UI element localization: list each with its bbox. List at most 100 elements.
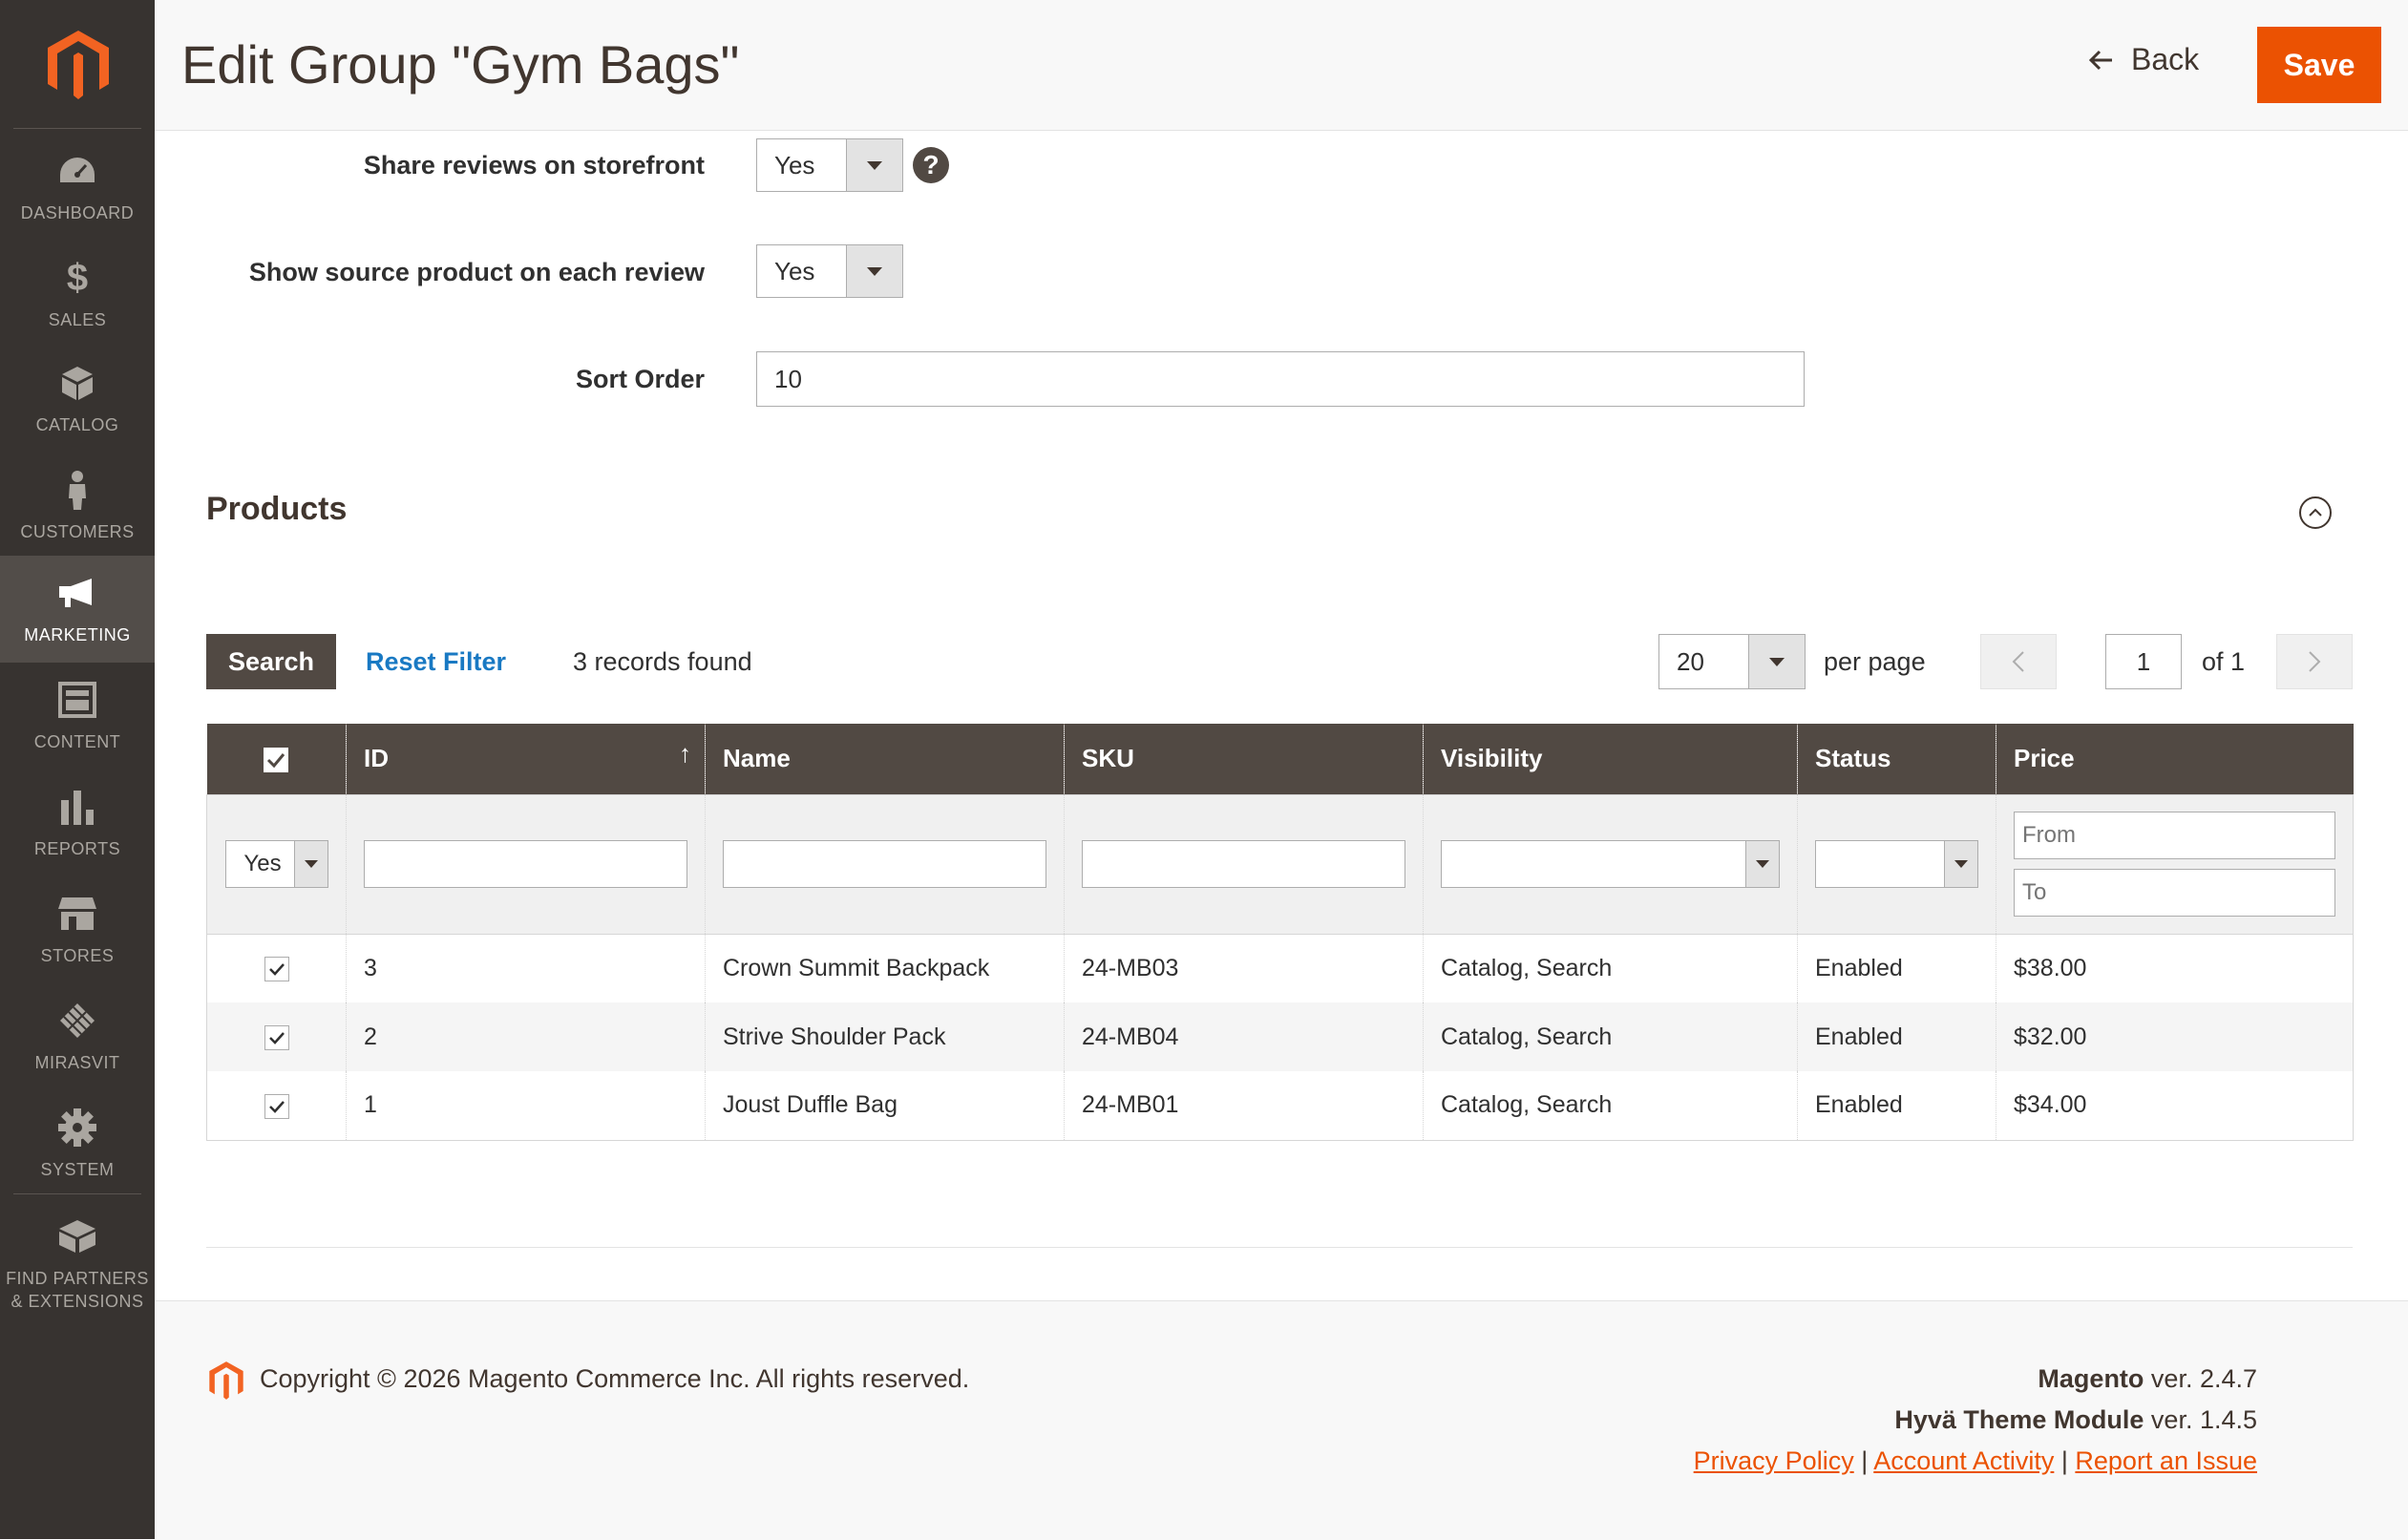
report-issue-link[interactable]: Report an Issue — [2075, 1446, 2257, 1475]
sidebar-divider — [13, 1193, 141, 1194]
back-label: Back — [2131, 42, 2200, 76]
cell-id: 1 — [346, 1071, 706, 1140]
column-header-visibility[interactable]: Visibility — [1423, 724, 1798, 794]
search-button[interactable]: Search — [206, 634, 336, 689]
collapse-icon[interactable] — [2299, 496, 2332, 529]
column-header-id[interactable]: ID ↑ — [346, 724, 706, 794]
sidebar-item-find-partners[interactable]: FIND PARTNERS & EXTENSIONS — [0, 1205, 155, 1323]
arrow-left-icon — [2088, 50, 2112, 70]
column-header-price[interactable]: Price — [1996, 724, 2354, 794]
privacy-policy-link[interactable]: Privacy Policy — [1694, 1446, 1854, 1475]
bar-chart-icon — [56, 786, 98, 828]
chevron-right-icon — [2309, 651, 2321, 672]
megaphone-icon — [56, 572, 98, 614]
per-page-select[interactable]: 20 — [1658, 634, 1806, 689]
link-separator: | — [1861, 1446, 1869, 1475]
table-row[interactable]: 3 Crown Summit Backpack 24-MB03 Catalog,… — [206, 934, 2354, 1002]
sidebar-item-mirasvit[interactable]: MIRASVIT — [0, 983, 155, 1090]
products-section-title: Products — [206, 491, 348, 527]
cell-visibility: Catalog, Search — [1423, 1071, 1798, 1140]
speedometer-icon — [56, 150, 98, 192]
select-all-checkbox[interactable] — [264, 748, 289, 773]
select-value: Yes — [243, 851, 282, 876]
id-filter-input[interactable] — [364, 840, 687, 888]
cell-status: Enabled — [1797, 934, 1996, 1002]
mirasvit-icon — [56, 1000, 98, 1042]
chevron-down-icon — [846, 139, 902, 191]
in-group-filter-select[interactable]: Yes — [224, 840, 328, 888]
cell-sku: 24-MB04 — [1064, 1002, 1424, 1071]
products-grid: ID ↑ Name SKU Visibility Status Price Yes — [206, 724, 2354, 1141]
magento-version-number: ver. 2.4.7 — [2144, 1364, 2257, 1393]
page-title: Edit Group "Gym Bags" — [181, 34, 740, 95]
dollar-icon: $ — [66, 256, 89, 299]
per-page-label: per page — [1824, 647, 1926, 676]
sidebar-item-label: CONTENT — [33, 732, 121, 751]
sidebar-item-system[interactable]: SYSTEM — [0, 1090, 155, 1197]
records-count: 3 records found — [573, 647, 752, 676]
sort-order-input[interactable]: 10 — [756, 351, 1805, 407]
sidebar-item-marketing[interactable]: MARKETING — [0, 556, 155, 663]
cell-id: 2 — [346, 1002, 706, 1071]
sidebar-item-sales[interactable]: $ SALES — [0, 241, 155, 348]
column-label: ID — [364, 744, 389, 773]
column-header-sku[interactable]: SKU — [1064, 724, 1424, 794]
table-row[interactable]: 2 Strive Shoulder Pack 24-MB04 Catalog, … — [206, 1002, 2354, 1071]
row-checkbox[interactable] — [264, 1024, 289, 1050]
magento-logo-small — [209, 1361, 243, 1400]
sidebar-item-content[interactable]: CONTENT — [0, 663, 155, 770]
cell-name: Strive Shoulder Pack — [705, 1002, 1065, 1071]
layout-icon — [56, 679, 98, 721]
column-header-name[interactable]: Name — [705, 724, 1065, 794]
save-button[interactable]: Save — [2257, 27, 2381, 103]
person-icon — [56, 469, 98, 511]
blocks-icon — [56, 1215, 98, 1257]
reset-filter-link[interactable]: Reset Filter — [366, 647, 506, 677]
magento-name: Magento — [2038, 1364, 2144, 1393]
sku-filter-input[interactable] — [1082, 840, 1405, 888]
sidebar-item-label: DASHBOARD — [20, 203, 135, 222]
sidebar-item-label: SALES — [48, 310, 107, 329]
sidebar-item-reports[interactable]: REPORTS — [0, 770, 155, 876]
account-activity-link[interactable]: Account Activity — [1873, 1446, 2054, 1475]
page-number-input[interactable]: 1 — [2105, 634, 2182, 689]
link-separator: | — [2060, 1446, 2068, 1475]
sidebar-item-label: REPORTS — [33, 839, 121, 858]
cell-sku: 24-MB01 — [1064, 1071, 1424, 1140]
hyva-version: Hyvä Theme Module ver. 1.4.5 — [1894, 1405, 2257, 1435]
price-from-input[interactable] — [2014, 812, 2335, 859]
cell-status: Enabled — [1797, 1071, 1996, 1140]
cell-name: Crown Summit Backpack — [705, 934, 1065, 1002]
price-to-input[interactable] — [2014, 869, 2335, 917]
table-row[interactable]: 1 Joust Duffle Bag 24-MB01 Catalog, Sear… — [206, 1071, 2354, 1140]
next-page-button[interactable] — [2276, 634, 2353, 689]
cell-price: $34.00 — [1996, 1071, 2354, 1140]
back-button[interactable]: Back — [2087, 42, 2199, 77]
row-checkbox[interactable] — [264, 957, 289, 982]
sidebar-item-catalog[interactable]: CATALOG — [0, 346, 155, 453]
show-source-select[interactable]: Yes — [756, 244, 903, 298]
prev-page-button[interactable] — [1980, 634, 2057, 689]
sidebar-item-customers[interactable]: CUSTOMERS — [0, 453, 155, 559]
name-filter-input[interactable] — [723, 840, 1046, 888]
sidebar-item-dashboard[interactable]: DASHBOARD — [0, 134, 155, 241]
select-value: Yes — [774, 150, 815, 179]
share-reviews-select[interactable]: Yes — [756, 138, 903, 192]
status-filter-select[interactable] — [1815, 840, 1978, 888]
chevron-left-icon — [2012, 651, 2024, 672]
chevron-down-icon — [1748, 635, 1805, 688]
row-checkbox[interactable] — [264, 1093, 289, 1119]
magento-version: Magento ver. 2.4.7 — [2038, 1364, 2257, 1394]
sidebar-item-label: CUSTOMERS — [20, 522, 135, 541]
help-icon[interactable]: ? — [913, 147, 949, 183]
cell-id: 3 — [346, 934, 706, 1002]
select-all-header[interactable] — [206, 724, 347, 794]
magento-logo[interactable] — [46, 29, 111, 101]
column-header-status[interactable]: Status — [1797, 724, 1996, 794]
sidebar-item-stores[interactable]: STORES — [0, 876, 155, 983]
page-footer: Copyright © 2026 Magento Commerce Inc. A… — [155, 1300, 2408, 1540]
sidebar-item-label: FIND PARTNERS — [6, 1269, 149, 1288]
visibility-filter-select[interactable] — [1441, 840, 1780, 888]
sort-asc-icon: ↑ — [679, 739, 691, 768]
gear-icon — [56, 1107, 98, 1149]
